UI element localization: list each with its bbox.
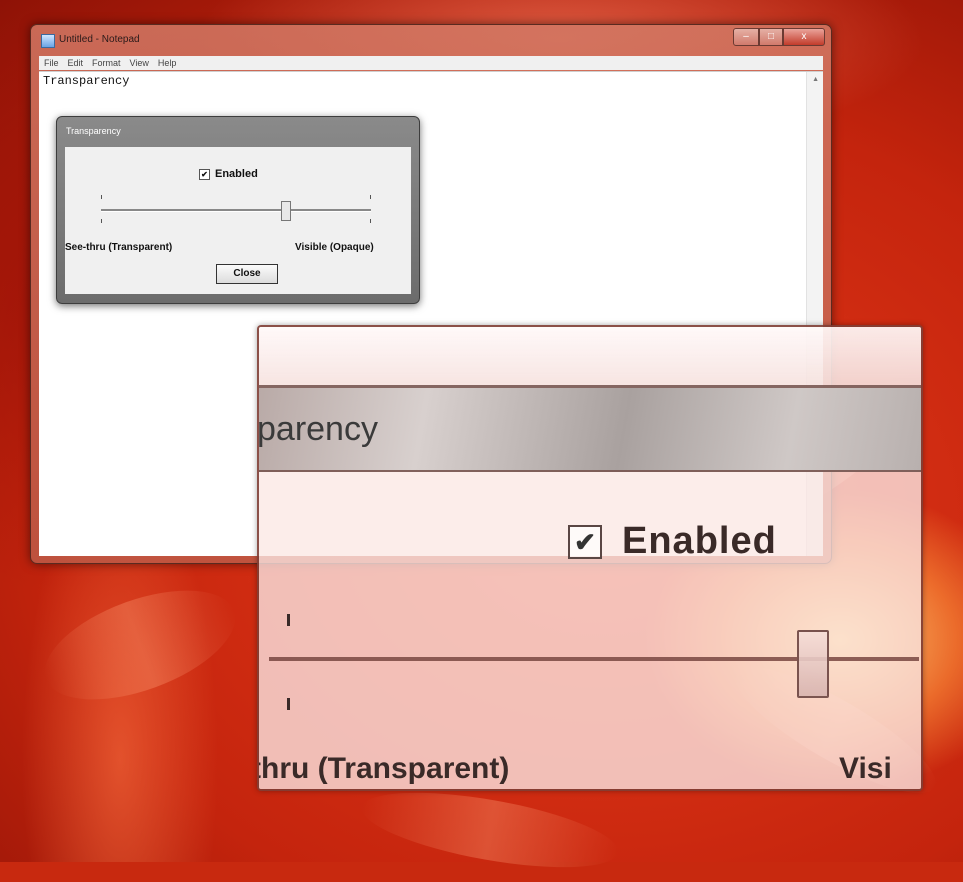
magnified-checkbox-label: Enabled xyxy=(622,520,777,562)
notepad-titlebar[interactable]: Untitled - Notepad – □ x xyxy=(31,25,831,53)
transparency-slider-track[interactable] xyxy=(101,209,371,212)
notepad-title: Untitled - Notepad xyxy=(59,34,140,45)
magnified-enabled-checkbox-row: ✔ Enabled xyxy=(568,520,777,563)
magnified-slider-tick xyxy=(287,698,290,710)
opaque-label: Visible (Opaque) xyxy=(295,242,374,253)
dialog-title: Transparency xyxy=(66,126,121,136)
wallpaper-petal xyxy=(30,568,250,722)
minimize-button[interactable]: – xyxy=(733,28,759,46)
dialog-client-area: ✔ Enabled See-thru (Transparent) Visible… xyxy=(65,147,411,294)
slider-tick xyxy=(101,195,102,199)
scroll-up-icon[interactable]: ▲ xyxy=(812,76,819,83)
close-button[interactable]: x xyxy=(783,28,825,46)
magnified-slider-thumb xyxy=(797,630,829,698)
magnified-dialog-title: parency xyxy=(257,410,378,448)
magnified-slider-tick xyxy=(287,614,290,626)
magnified-dialog-titlebar: parency xyxy=(259,388,921,472)
transparency-slider-thumb[interactable] xyxy=(281,201,291,221)
magnifier-overlay: parency ✔ Enabled thru (Transparent) Vis… xyxy=(257,325,923,791)
magnified-opaque-label: Visi xyxy=(839,752,892,785)
menu-edit[interactable]: Edit xyxy=(68,58,84,68)
magnified-checkbox: ✔ xyxy=(568,524,602,559)
magnified-notepad-area xyxy=(259,327,921,388)
menu-view[interactable]: View xyxy=(130,58,149,68)
editor-content: Transparency xyxy=(43,74,130,88)
dialog-close-button[interactable]: Close xyxy=(216,264,278,284)
menu-bar: File Edit Format View Help xyxy=(39,56,823,70)
menu-file[interactable]: File xyxy=(44,58,59,68)
maximize-button[interactable]: □ xyxy=(759,28,783,46)
transparent-label: See-thru (Transparent) xyxy=(65,242,173,253)
magnified-transparent-label: thru (Transparent) xyxy=(257,752,510,785)
menu-format[interactable]: Format xyxy=(92,58,121,68)
enabled-checkbox[interactable]: ✔ xyxy=(199,168,210,180)
transparency-dialog[interactable]: Transparency ✔ Enabled See-thru (Transpa… xyxy=(56,116,420,304)
magnified-dialog-body: ✔ Enabled thru (Transparent) Visi xyxy=(257,472,921,789)
slider-tick xyxy=(101,219,102,223)
enabled-checkbox-label: Enabled xyxy=(215,168,258,180)
enabled-checkbox-row[interactable]: ✔ Enabled xyxy=(199,168,258,180)
window-controls: – □ x xyxy=(733,28,825,46)
slider-tick xyxy=(370,195,371,199)
wallpaper-petal xyxy=(356,777,624,882)
slider-tick xyxy=(370,219,371,223)
notepad-icon xyxy=(41,34,55,48)
menu-help[interactable]: Help xyxy=(158,58,177,68)
